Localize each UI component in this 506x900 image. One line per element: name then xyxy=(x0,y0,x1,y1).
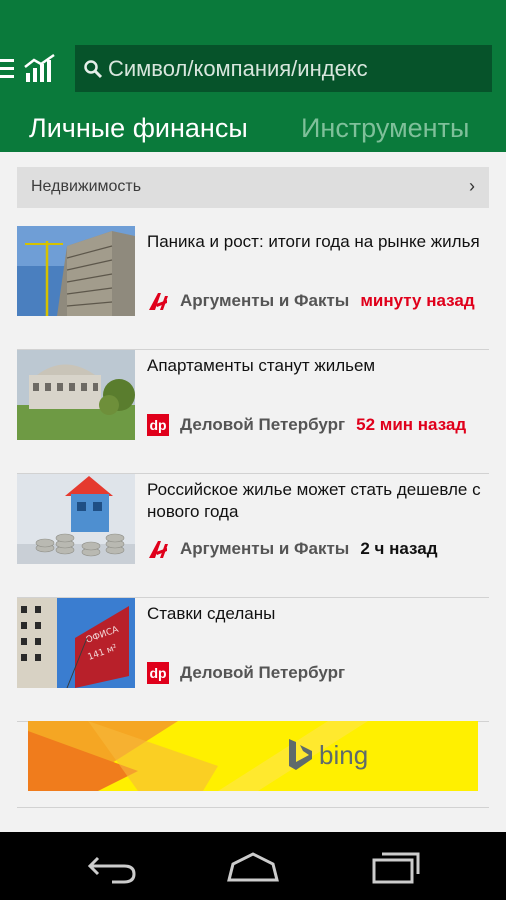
article-thumbnail xyxy=(17,474,135,564)
recent-apps-icon[interactable] xyxy=(368,846,424,886)
news-item[interactable]: ОФИСА 141 м² Ставки сделаны dp Деловой П… xyxy=(17,598,489,722)
article-meta: Аргументы и Факты минуту назад xyxy=(147,290,475,312)
tab-personal-finance[interactable]: Личные финансы xyxy=(29,108,248,148)
article-headline: Паника и рост: итоги года на рынке жилья xyxy=(147,232,480,251)
source-name: Деловой Петербург xyxy=(180,415,346,434)
dp-logo-icon: dp xyxy=(147,414,169,436)
back-icon[interactable] xyxy=(84,846,140,886)
source-name: Аргументы и Факты xyxy=(180,291,350,310)
chevron-right-icon: › xyxy=(469,176,475,196)
source-name: Аргументы и Факты xyxy=(180,539,350,558)
news-item[interactable]: Российское жилье может стать дешевле с н… xyxy=(17,474,489,598)
tab-tools[interactable]: Инструменты xyxy=(301,108,469,148)
system-nav-bar xyxy=(0,832,506,900)
article-meta: Аргументы и Факты 2 ч назад xyxy=(147,538,438,560)
bing-icon xyxy=(289,739,312,770)
aif-logo-icon xyxy=(149,293,168,310)
article-thumbnail: ОФИСА 141 м² xyxy=(17,598,135,688)
ad-graphic xyxy=(28,721,368,791)
section-title: Недвижимость xyxy=(31,178,142,195)
bing-ad-banner[interactable]: bing xyxy=(28,721,478,791)
search-box[interactable] xyxy=(75,45,492,92)
source-name: Деловой Петербург xyxy=(180,663,346,682)
news-item[interactable]: Паника и рост: итоги года на рынке жилья… xyxy=(17,226,489,350)
article-thumbnail xyxy=(17,226,135,316)
timestamp: минуту назад xyxy=(360,291,475,310)
timestamp: 52 мин назад xyxy=(356,415,467,434)
dp-logo-icon: dp xyxy=(147,662,169,684)
search-input[interactable] xyxy=(108,45,478,92)
article-headline: Апартаменты станут жильем xyxy=(147,356,376,375)
divider xyxy=(17,807,489,808)
ad-brand-text: bing xyxy=(319,739,369,770)
news-item[interactable]: Апартаменты станут жильем dp Деловой Пет… xyxy=(17,350,489,474)
article-headline: Российское жилье может стать дешевле с н… xyxy=(147,480,481,521)
app-header: Личные финансы Инструменты xyxy=(0,0,506,152)
timestamp: 2 ч назад xyxy=(360,539,438,558)
menu-icon[interactable] xyxy=(0,59,14,79)
home-icon[interactable] xyxy=(225,846,281,886)
article-headline: Ставки сделаны xyxy=(147,604,276,623)
search-icon xyxy=(84,60,103,79)
aif-logo-icon xyxy=(149,541,168,558)
article-meta: dp Деловой Петербург 52 мин назад xyxy=(147,414,466,436)
bing-logo: bing xyxy=(287,739,368,771)
article-thumbnail xyxy=(17,350,135,440)
finance-chart-icon[interactable] xyxy=(24,53,56,83)
article-meta: dp Деловой Петербург xyxy=(147,662,345,684)
section-header-real-estate[interactable]: Недвижимость › xyxy=(17,167,489,208)
